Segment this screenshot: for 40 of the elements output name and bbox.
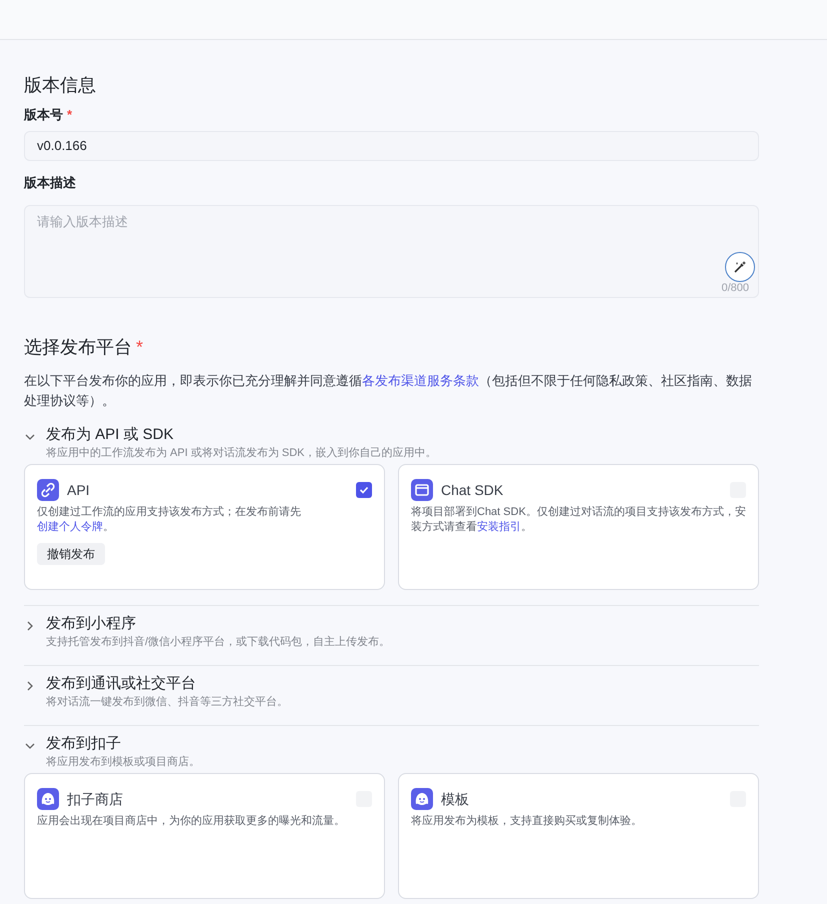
required-mark: *	[67, 106, 72, 124]
checkmark-icon	[359, 485, 369, 495]
terms-notice: 在以下平台发布你的应用，即表示你已充分理解并同意遵循各发布渠道服务条款（包括但不限于任何隐私政策、社区指南、数据处理协议等）。	[24, 372, 753, 410]
section-title: 版本信息	[24, 74, 97, 97]
magic-wand-icon	[733, 260, 747, 274]
mascot-icon	[411, 788, 433, 810]
group-title[interactable]: 发布到通讯或社交平台	[46, 674, 288, 694]
group-description: 支持托管发布到抖音/微信小程序平台，或下载代码包，自主上传发布。	[46, 634, 390, 650]
platform-card[interactable]: 扣子商店 应用会出现在项目商店中，为你的应用获取更多的曝光和流量。	[24, 773, 385, 899]
version-input[interactable]: v0.0.166	[24, 130, 759, 160]
mascot-icon	[37, 788, 59, 810]
checkbox[interactable]	[356, 482, 372, 498]
card-title: Chat SDK	[441, 480, 504, 500]
card-description: 将项目部署到Chat SDK。仅创建过对话流的项目支持该发布方式，安装方式请查看安装指引。	[411, 505, 746, 535]
section-title: 选择发布平台	[24, 336, 132, 359]
platform-card[interactable]: 模板 将应用发布为模板，支持直接购买或复制体验。	[398, 773, 759, 899]
required-mark: *	[136, 336, 144, 359]
card-description: 仅创建过工作流的应用支持该发布方式；在发布前请先 创建个人令牌。	[37, 505, 302, 535]
field-label: 版本描述	[24, 174, 77, 192]
group-title[interactable]: 发布到小程序	[46, 614, 390, 634]
group-title[interactable]: 发布为 API 或 SDK	[46, 425, 437, 445]
help-link[interactable]: 安装指引	[477, 521, 521, 533]
group-description: 将应用发布到模板或项目商店。	[46, 754, 200, 770]
link-icon	[37, 479, 59, 501]
card-title: 扣子商店	[67, 790, 123, 808]
revoke-button[interactable]: 撤销发布	[37, 543, 105, 565]
platform-card[interactable]: Chat SDK 将项目部署到Chat SDK。仅创建过对话流的项目支持该发布方式，安装方式请查看安装指引。	[398, 464, 759, 590]
terms-link[interactable]: 各发布渠道服务条款	[362, 373, 479, 388]
group-title[interactable]: 发布到扣子	[46, 734, 200, 754]
window-icon	[411, 479, 433, 501]
help-link[interactable]: 创建个人令牌	[37, 521, 103, 533]
card-description: 将应用发布为模板，支持直接购买或复制体验。	[411, 814, 643, 829]
card-title: API	[67, 480, 90, 500]
field-label: 版本号	[24, 106, 63, 124]
platform-card[interactable]: API 仅创建过工作流的应用支持该发布方式；在发布前请先 创建个人令牌。 撤销发布	[24, 464, 385, 590]
group-description: 将对话流一键发布到微信、抖音等三方社交平台。	[46, 694, 288, 710]
character-counter: 0/800	[721, 280, 749, 296]
group-description: 将应用中的工作流发布为 API 或将对话流发布为 SDK，嵌入到你自己的应用中。	[46, 446, 437, 461]
card-title: 模板	[441, 790, 469, 808]
card-description: 应用会出现在项目商店中，为你的应用获取更多的曝光和流量。	[37, 814, 346, 829]
